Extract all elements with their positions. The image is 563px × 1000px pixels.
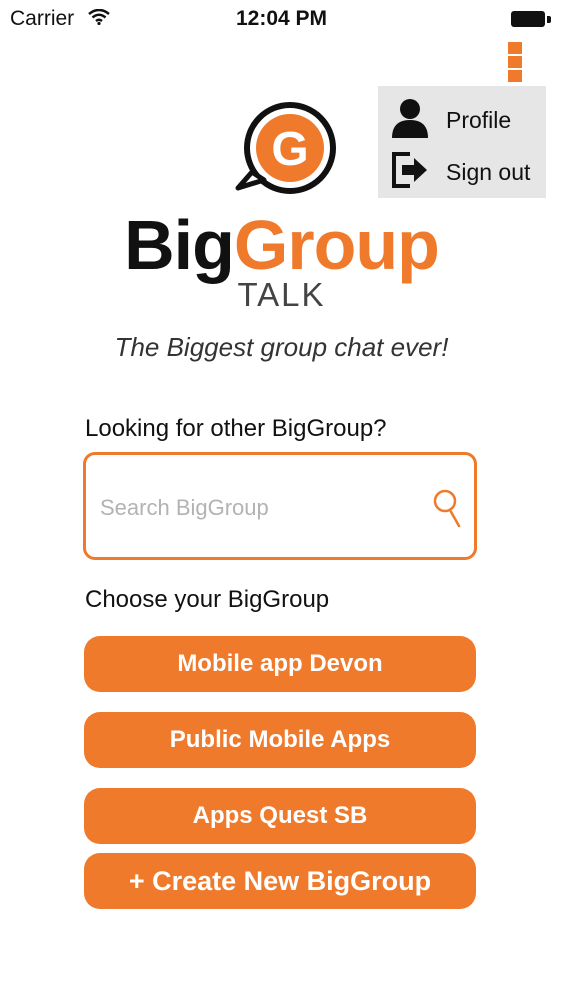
search-heading: Looking for other BigGroup? bbox=[85, 415, 387, 442]
search-icon[interactable] bbox=[432, 488, 462, 530]
search-box bbox=[83, 452, 477, 560]
wordmark-group: Group bbox=[233, 206, 440, 284]
group-button-public-mobile-apps[interactable]: Public Mobile Apps bbox=[84, 712, 476, 768]
create-group-button[interactable]: + Create New BigGroup bbox=[84, 853, 476, 909]
menu-item-label: Sign out bbox=[446, 159, 531, 185]
group-button-apps-quest-sb[interactable]: Apps Quest SB bbox=[84, 788, 476, 844]
search-input[interactable] bbox=[98, 489, 422, 527]
tagline: The Biggest group chat ever! bbox=[114, 332, 449, 362]
battery-icon bbox=[511, 11, 551, 27]
group-button-mobile-app-devon[interactable]: Mobile app Devon bbox=[84, 636, 476, 692]
biggroup-logo-icon: G bbox=[235, 102, 336, 194]
overflow-menu-button[interactable] bbox=[508, 42, 524, 84]
menu-item-label: Profile bbox=[446, 107, 512, 133]
wordmark-big: Big bbox=[124, 206, 235, 284]
groups-heading: Choose your BigGroup bbox=[85, 586, 330, 613]
overflow-menu: Profile Sign out bbox=[378, 86, 546, 198]
menu-item-sign-out[interactable]: Sign out bbox=[378, 142, 546, 194]
logo-letter: G bbox=[271, 123, 308, 176]
status-bar: Carrier 12:04 PM bbox=[0, 0, 563, 40]
menu-item-profile[interactable]: Profile bbox=[378, 90, 546, 142]
sign-out-icon bbox=[392, 152, 427, 188]
clock: 12:04 PM bbox=[235, 7, 328, 30]
wordmark-sub: TALK bbox=[237, 276, 326, 313]
app-wordmark: BigGroup bbox=[0, 205, 563, 285]
person-icon bbox=[392, 99, 428, 138]
